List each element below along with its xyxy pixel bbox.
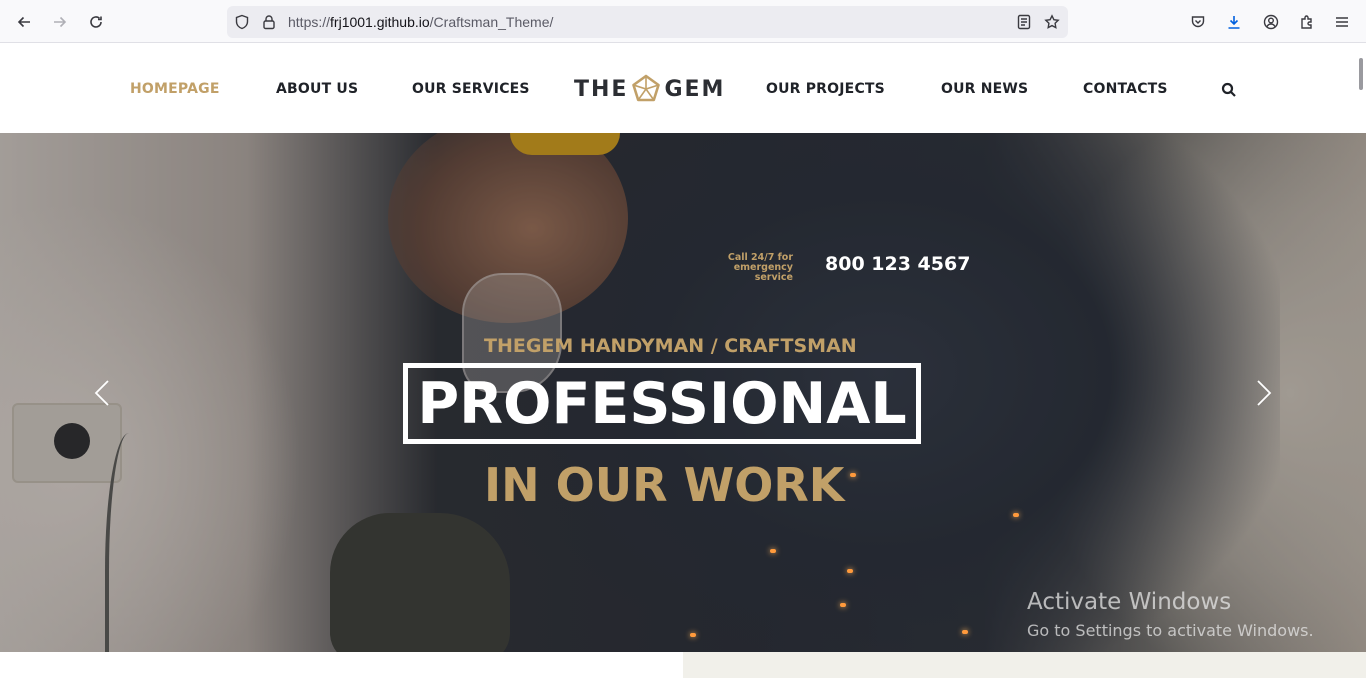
emergency-call-label: Call 24/7 for emergency service (727, 252, 793, 283)
site-logo[interactable]: THE GEM (574, 72, 725, 106)
pocket-icon[interactable] (1188, 12, 1208, 32)
hamburger-menu-icon[interactable] (1332, 12, 1352, 32)
content-section-left (0, 652, 683, 678)
hero-headline-box: PROFESSIONAL (403, 363, 921, 444)
phone-number[interactable]: 800 123 4567 (825, 253, 970, 275)
reader-view-icon[interactable] (1015, 13, 1033, 31)
spark (840, 603, 846, 607)
lock-icon[interactable] (260, 13, 278, 31)
shield-icon[interactable] (233, 13, 251, 31)
search-icon[interactable] (1221, 82, 1237, 98)
gem-logo-icon (632, 74, 661, 102)
spark (847, 569, 853, 573)
page-scrollbar[interactable] (1359, 58, 1363, 90)
hero-slider: Call 24/7 for emergency service 800 123 … (0, 133, 1366, 652)
logo-text-right: GEM (664, 76, 726, 102)
hero-headline: PROFESSIONAL (417, 370, 907, 437)
content-section-right (683, 652, 1366, 678)
url-text[interactable]: https://frj1001.github.io/Craftsman_Them… (288, 14, 553, 30)
address-bar[interactable]: https://frj1001.github.io/Craftsman_Them… (227, 6, 1068, 38)
nav-our-services[interactable]: OUR SERVICES (412, 81, 530, 97)
site-header: HOMEPAGE ABOUT US OUR SERVICES THE GEM O… (0, 44, 1366, 133)
nav-contacts[interactable]: CONTACTS (1083, 81, 1168, 97)
spark (1013, 513, 1019, 517)
account-icon[interactable] (1261, 12, 1281, 32)
spark (770, 549, 776, 553)
spark (690, 633, 696, 637)
back-arrow-icon[interactable] (13, 11, 35, 33)
logo-text-left: THE (574, 76, 629, 102)
bookmark-star-icon[interactable] (1043, 13, 1061, 31)
hero-headline-secondary: IN OUR WORK (484, 458, 845, 512)
reload-icon[interactable] (85, 11, 107, 33)
spark (962, 630, 968, 634)
nav-our-news[interactable]: OUR NEWS (941, 81, 1028, 97)
spark (850, 473, 856, 477)
chevron-left-icon[interactable] (92, 378, 112, 408)
browser-toolbar: https://frj1001.github.io/Craftsman_Them… (0, 0, 1366, 43)
nav-about-us[interactable]: ABOUT US (276, 81, 358, 97)
activate-windows-watermark: Activate Windows Go to Settings to activ… (1027, 589, 1314, 640)
nav-homepage[interactable]: HOMEPAGE (130, 81, 220, 97)
nav-our-projects[interactable]: OUR PROJECTS (766, 81, 885, 97)
download-icon[interactable] (1224, 12, 1244, 32)
forward-arrow-icon[interactable] (49, 11, 71, 33)
chevron-right-icon[interactable] (1254, 378, 1274, 408)
extensions-icon[interactable] (1297, 12, 1317, 32)
hero-subtitle: THEGEM HANDYMAN / CRAFTSMAN (484, 335, 857, 357)
